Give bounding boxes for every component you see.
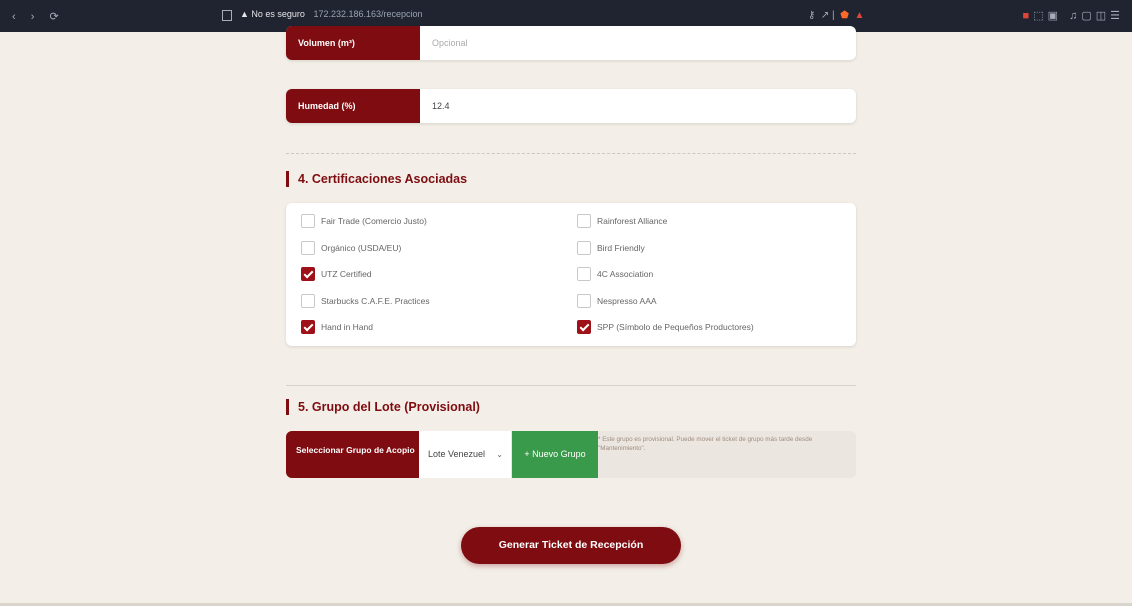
chevron-down-icon[interactable]: ⌄	[496, 431, 503, 478]
group-note: * Este grupo es provisional. Puede mover…	[598, 436, 813, 452]
section-divider	[286, 153, 856, 154]
section-divider	[286, 385, 856, 386]
certification-label[interactable]: Bird Friendly	[597, 241, 645, 255]
certifications-title: 4. Certificaciones Asociadas	[286, 171, 467, 187]
extensions-icon[interactable]: ⬚	[1033, 10, 1047, 22]
generate-ticket-button[interactable]: Generar Ticket de Recepción	[461, 527, 681, 564]
group-row: Seleccionar Grupo de Acopio Lote Venezue…	[286, 431, 856, 478]
checkbox-unchecked-icon[interactable]	[301, 293, 315, 308]
checkbox-checked-icon[interactable]	[301, 267, 315, 281]
checkbox-unchecked-icon[interactable]	[301, 240, 315, 255]
certification-label[interactable]: Orgánico (USDA/EU)	[321, 241, 401, 255]
tab-icon[interactable]	[222, 10, 232, 21]
browser-nav-icons[interactable]: ‹ › ⟳	[12, 10, 65, 23]
menu-icon[interactable]: ☰	[1110, 10, 1124, 22]
sidebar-icon[interactable]: ▣	[1048, 10, 1062, 22]
humedad-row: Humedad (%) 12.4	[286, 89, 856, 123]
record-icon[interactable]: ■	[1023, 10, 1034, 22]
certification-label[interactable]: 4C Association	[597, 267, 653, 281]
group-title: 5. Grupo del Lote (Provisional)	[286, 399, 480, 415]
group-select[interactable]: Lote Venezuel ⌄	[419, 431, 511, 478]
volumen-row: Volumen (m³) Opcional	[286, 26, 856, 60]
checkbox-unchecked-icon[interactable]	[577, 240, 591, 255]
checkbox-checked-icon[interactable]	[301, 320, 315, 334]
url-text[interactable]: 172.232.186.163/recepcion	[313, 9, 422, 19]
browser-actions[interactable]: ■⬚▣ ♫▢◫☰	[1023, 9, 1124, 22]
certification-label[interactable]: SPP (Símbolo de Pequeños Productores)	[597, 320, 754, 334]
volumen-label: Volumen (m³)	[286, 26, 420, 60]
music-icon[interactable]: ♫	[1069, 10, 1081, 22]
address-bar[interactable]: ▲ No es seguro 172.232.186.163/recepcion	[240, 9, 880, 21]
certification-label[interactable]: Fair Trade (Comercio Justo)	[321, 214, 427, 228]
security-warning[interactable]: ▲ No es seguro	[240, 9, 305, 19]
key-icon[interactable]: ⚷	[808, 10, 815, 21]
humedad-input[interactable]: 12.4	[420, 89, 856, 123]
certifications-card: Fair Trade (Comercio Justo) Rainforest Al…	[286, 203, 856, 346]
checkbox-unchecked-icon[interactable]	[577, 214, 591, 228]
certification-label[interactable]: UTZ Certified	[321, 267, 372, 281]
certification-label[interactable]: Rainforest Alliance	[597, 214, 667, 228]
certification-label[interactable]: Starbucks C.A.F.E. Practices	[321, 294, 430, 308]
extension-icons[interactable]: ⚷ ↗ | ⬟ ▲	[808, 10, 864, 21]
window-icon[interactable]: ▢	[1081, 10, 1095, 22]
checkbox-unchecked-icon[interactable]	[577, 267, 591, 281]
certification-label[interactable]: Hand in Hand	[321, 320, 373, 334]
rewards-icon[interactable]: ▲	[854, 10, 864, 21]
new-group-button[interactable]: + Nuevo Grupo	[512, 431, 598, 478]
certification-label[interactable]: Nespresso AAA	[597, 294, 657, 308]
brave-shield-icon[interactable]: ⬟	[840, 10, 849, 21]
checkbox-checked-icon[interactable]	[577, 320, 591, 334]
group-select-label: Seleccionar Grupo de Acopio	[286, 431, 419, 478]
share-icon[interactable]: ↗	[821, 10, 829, 21]
split-icon[interactable]: ◫	[1096, 10, 1110, 22]
volumen-input[interactable]: Opcional	[420, 26, 856, 60]
humedad-label: Humedad (%)	[286, 89, 420, 123]
checkbox-unchecked-icon[interactable]	[301, 214, 315, 228]
checkbox-unchecked-icon[interactable]	[577, 293, 591, 308]
group-select-value[interactable]: Lote Venezuel	[428, 449, 485, 459]
